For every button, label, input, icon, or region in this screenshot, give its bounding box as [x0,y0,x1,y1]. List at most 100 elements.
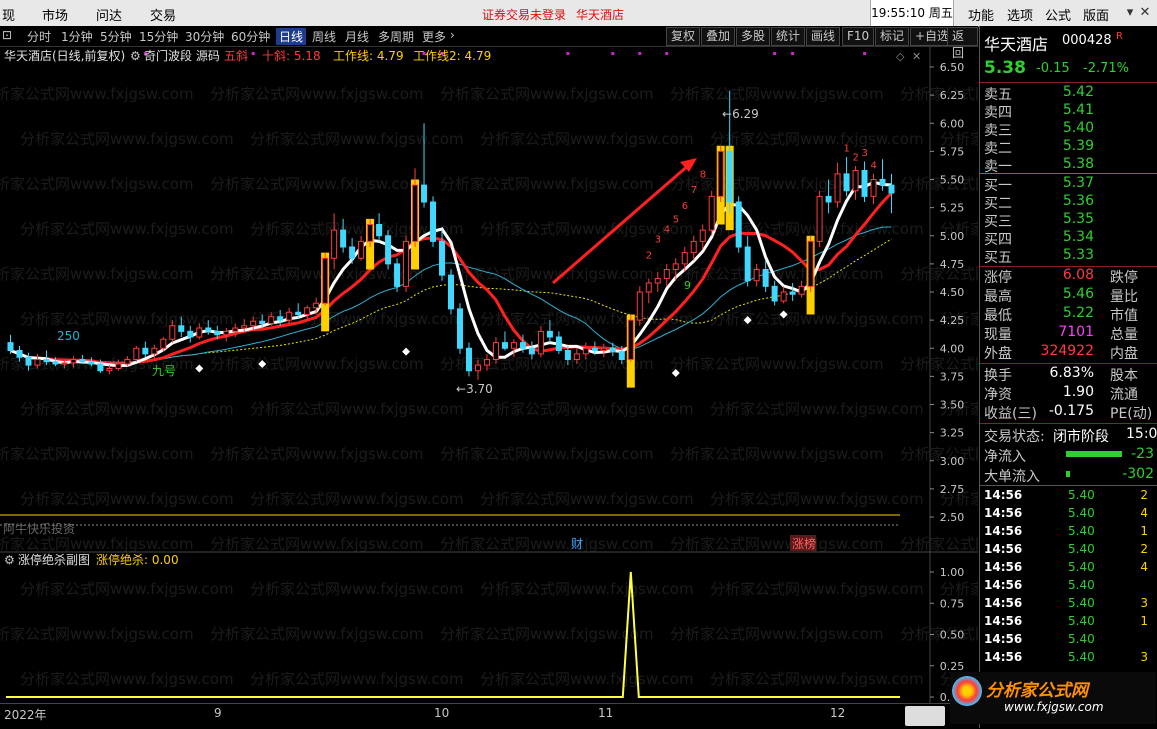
ask-row[interactable]: 卖四 5.41 [980,102,1157,121]
ask-row[interactable]: 卖一 5.38 [980,156,1157,175]
price-tick-label: 2.50 [940,511,965,524]
stat2-row[interactable]: 换手 6.83% 股本 [980,365,1157,384]
period-tab-more[interactable]: 更多 [422,28,446,45]
zhangbang-flag[interactable]: 涨榜 [792,536,816,551]
bid-row[interactable]: 买四 5.34 [980,229,1157,248]
sub-settings-icon[interactable]: ⚙ [4,553,15,567]
settings-icon[interactable]: ⚙ [130,49,141,63]
tick-time: 14:56 [984,488,1023,502]
period-tab-fenshi[interactable]: 分时 [27,28,51,45]
draw-line-button[interactable]: 画线 [806,27,841,46]
login-notice[interactable]: 证券交易未登录 [482,6,566,23]
bid-row-label: 买四 [984,232,1012,248]
bid-row[interactable]: 买一 5.37 [980,175,1157,194]
tick-volume: 4 [1140,560,1148,574]
close-icon[interactable]: ✕ [1136,4,1154,22]
candle-body [232,327,239,332]
period-tab-30min[interactable]: 30分钟 [185,28,224,45]
candle-body [501,342,508,349]
candle-body [394,263,401,287]
menu-item-layout[interactable]: 版面 [1083,5,1109,24]
menu-item-market[interactable]: 市场 [42,5,68,24]
mark-button[interactable]: 标记 [875,27,910,46]
period-tab-5min[interactable]: 5分钟 [100,28,132,45]
indicator-name[interactable]: 奇门波段 源码 [144,48,220,63]
period-tab-weekly[interactable]: 周线 [312,28,336,45]
candle-body [888,184,895,194]
stat-row[interactable]: 最低 5.22 市值 [980,305,1157,324]
site-logo: 分析家公式网 www.fxjgsw.com [950,672,1156,724]
tick-time: 14:56 [984,650,1023,664]
menu-item-trade[interactable]: 交易 [150,5,176,24]
back-button[interactable]: 返回 [947,27,978,60]
stat-row[interactable]: 最高 5.46 量比 [980,286,1157,305]
statistics-button[interactable]: 统计 [771,27,806,46]
big-inflow-value: -302 [1122,466,1154,482]
f10-button[interactable]: F10 [842,27,875,46]
watermark-text: 分析家公式网www.fxjgsw.com [440,445,654,463]
candle-body [600,347,607,351]
finance-flag[interactable]: 财 [571,537,583,551]
tick-time: 14:56 [984,614,1023,628]
big-inflow-row: 大单流入 -302 [980,466,1157,485]
menu-item-formula[interactable]: 公式 [1045,5,1071,24]
tick-volume: 3 [1140,650,1148,664]
tick-row: 14:56 5.40 1 [980,524,1157,542]
stat-row[interactable]: 涨停 6.08 跌停 [980,267,1157,286]
sub-indicator-value: 涨停绝杀: 0.00 [96,552,179,567]
stat-row-value: 6.08 [1062,267,1094,283]
tick-price: 5.40 [1068,632,1095,646]
period-tab-multi[interactable]: 多周期 [378,28,414,45]
price-tick-label: 5.75 [940,145,965,158]
candle-body [7,342,14,351]
watermark-text: 分析家公式网www.fxjgsw.com [0,445,194,463]
scroll-handle[interactable] [905,706,945,726]
purple-dot-marker [773,52,777,55]
stat2-row[interactable]: 收益(三) -0.175 PE(动) [980,403,1157,422]
kline-chart[interactable]: 分析家公式网www.fxjgsw.com 分析家公式网www.fxjgsw.com… [0,47,978,703]
sub-indicator-name[interactable]: 涨停绝杀副图 [18,552,90,567]
toggle-icon[interactable]: ⊡ [2,28,12,42]
candle-body [555,336,562,351]
bid-row[interactable]: 买二 5.36 [980,193,1157,212]
low-price-label: ←3.70 [456,382,493,396]
tick-time: 14:56 [984,524,1023,538]
ask-row[interactable]: 卖三 5.40 [980,120,1157,139]
tick-time: 14:56 [984,542,1023,556]
candle-body [726,150,733,203]
period-tab-60min[interactable]: 60分钟 [231,28,270,45]
bid-row[interactable]: 买三 5.35 [980,211,1157,230]
fuquan-button[interactable]: 复权 [666,27,701,46]
price-tick-label: 6.00 [940,117,965,130]
candle-body [627,319,634,360]
menu-item-xian[interactable]: 现 [2,5,15,24]
price-tick-label: 5.25 [940,202,965,215]
ask-row[interactable]: 卖二 5.39 [980,138,1157,157]
candle-body [483,359,490,366]
stat-row-label: 最高 [984,289,1012,305]
period-tab-1min[interactable]: 1分钟 [61,28,93,45]
menu-item-options[interactable]: 选项 [1007,5,1033,24]
stat-row[interactable]: 现量 7101 总量 [980,324,1157,343]
menu-item-wenda[interactable]: 问达 [96,5,122,24]
bid-row[interactable]: 买五 5.33 [980,247,1157,266]
legend-shixie: 十斜: 5.18 [262,49,321,63]
watermark-text: 分析家公式网www.fxjgsw.com [480,580,694,598]
tick-price: 5.40 [1068,524,1095,538]
candle-body [340,229,347,248]
menu-item-function[interactable]: 功能 [968,5,994,24]
overlay-button[interactable]: 叠加 [701,27,736,46]
chevron-right-icon[interactable]: › [450,28,455,42]
multi-stock-button[interactable]: 多股 [736,27,771,46]
diamond-icon[interactable]: ◇ [896,50,905,63]
stat-row[interactable]: 外盘 324922 内盘 [980,343,1157,362]
watermark-text: 分析家公式网www.fxjgsw.com [480,670,694,688]
candle-body [376,224,383,237]
period-tab-monthly[interactable]: 月线 [345,28,369,45]
period-tab-daily[interactable]: 日线 [276,28,307,45]
stat2-row[interactable]: 净资 1.90 流通 [980,384,1157,403]
period-tab-15min[interactable]: 15分钟 [139,28,178,45]
stat-row-label: 最低 [984,308,1012,324]
close-panel-icon[interactable]: ✕ [912,50,921,63]
ask-row[interactable]: 卖五 5.42 [980,84,1157,103]
